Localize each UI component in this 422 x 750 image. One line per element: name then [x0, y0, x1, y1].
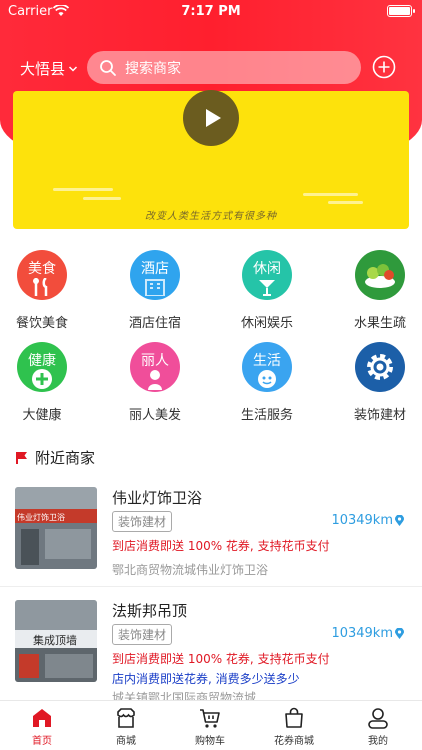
banner-streak [328, 201, 363, 204]
bag-icon [285, 707, 303, 728]
category-label: 大健康 [22, 408, 62, 423]
category-fruit[interactable]: 水果生疏 [330, 250, 422, 331]
merchant-promo-secondary: 店内消费即送花券, 消费多少送多少 [112, 672, 300, 686]
nearby-title: 附近商家 [35, 449, 96, 467]
category-badge: 丽人 [141, 353, 169, 369]
play-button[interactable] [183, 90, 239, 146]
tab-label: 商城 [116, 736, 136, 747]
category-label: 餐饮美食 [15, 316, 68, 331]
location-pin-icon [395, 628, 404, 639]
hotel-icon: 酒店 [130, 250, 180, 300]
merchant-sign-text: 伟业灯饰卫浴 [17, 513, 65, 522]
merchant-distance: 10349km [331, 626, 404, 641]
category-label: 生活服务 [240, 408, 293, 423]
leisure-icon: 休闲 [242, 250, 292, 300]
banner-streak [53, 188, 113, 191]
fruit-icon [355, 250, 405, 300]
merchant-promo: 到店消费即送 100% 花券, 支持花币支付 [112, 652, 330, 666]
life-service-icon: 生活 [242, 342, 292, 392]
tab-profile[interactable]: 我的 [338, 707, 418, 747]
health-icon: 健康 [17, 342, 67, 392]
category-label: 水果生疏 [353, 316, 406, 331]
divider [0, 586, 422, 587]
category-label: 丽人美发 [128, 408, 181, 423]
tab-home[interactable]: 首页 [2, 707, 82, 747]
tab-label: 我的 [368, 736, 388, 747]
shop-icon [117, 708, 135, 728]
gear-icon [355, 342, 405, 392]
location-selector[interactable]: 大悟县 [20, 58, 78, 79]
category-badge: 酒店 [141, 261, 169, 277]
tab-bar: 首页 商城 购物车 花券商城 我的 [0, 700, 422, 750]
location-pin-icon [395, 515, 404, 526]
tab-cart[interactable]: 购物车 [170, 707, 250, 747]
banner-caption: 改变人类生活方式有很多种 [145, 211, 277, 222]
category-badge: 健康 [28, 353, 56, 369]
merchant-card[interactable]: 集成顶墙 法斯邦吊顶 装饰建材 10349km 到店消费即送 100% 花券, … [0, 600, 422, 705]
merchant-promo: 到店消费即送 100% 花券, 支持花币支付 [112, 539, 330, 553]
search-input[interactable]: 搜索商家 [87, 51, 361, 84]
category-beauty[interactable]: 丽人 丽人美发 [105, 342, 205, 423]
category-badge: 休闲 [253, 261, 281, 277]
battery-icon [387, 5, 415, 17]
chevron-down-icon [68, 65, 78, 72]
home-icon [33, 709, 51, 727]
food-icon: 美食 [17, 250, 67, 300]
category-health[interactable]: 健康 大健康 [0, 342, 92, 423]
category-badge: 美食 [28, 261, 56, 277]
flag-icon [16, 451, 27, 464]
clock: 7:17 PM [181, 4, 241, 19]
category-decoration[interactable]: 装饰建材 [330, 342, 422, 423]
merchant-tag: 装饰建材 [112, 511, 173, 532]
status-bar: Carrier 7:17 PM [0, 0, 422, 22]
search-placeholder: 搜索商家 [125, 60, 181, 77]
category-label: 装饰建材 [353, 408, 406, 423]
merchant-sign-text: 集成顶墙 [33, 634, 77, 647]
banner-streak [83, 197, 121, 200]
category-hotel[interactable]: 酒店 酒店住宿 [105, 250, 205, 331]
play-icon [206, 109, 221, 127]
cart-icon [200, 709, 220, 728]
category-label: 休闲娱乐 [240, 316, 293, 331]
merchant-photo: 伟业灯饰卫浴 [15, 487, 97, 569]
category-life[interactable]: 生活 生活服务 [217, 342, 317, 423]
location-label: 大悟县 [20, 60, 66, 78]
distance-value: 10349km [331, 626, 393, 641]
merchant-name: 伟业灯饰卫浴 [112, 489, 203, 507]
category-badge: 生活 [253, 353, 281, 369]
category-food[interactable]: 美食 餐饮美食 [0, 250, 92, 331]
category-label: 酒店住宿 [128, 316, 181, 331]
tab-label: 花券商城 [274, 736, 314, 747]
add-icon[interactable] [372, 55, 396, 79]
merchant-address: 鄂北商贸物流城伟业灯饰卫浴 [112, 563, 269, 577]
profile-icon [368, 708, 388, 729]
distance-value: 10349km [331, 513, 393, 528]
merchant-tag: 装饰建材 [112, 624, 173, 645]
category-leisure[interactable]: 休闲 休闲娱乐 [217, 250, 317, 331]
nearby-section-title: 附近商家 [15, 447, 95, 468]
beauty-icon: 丽人 [130, 342, 180, 392]
banner-streak [303, 193, 358, 196]
merchant-photo: 集成顶墙 [15, 600, 97, 682]
tab-shop[interactable]: 商城 [86, 707, 166, 747]
merchant-name: 法斯邦吊顶 [112, 602, 188, 620]
tab-coupon-mall[interactable]: 花券商城 [254, 707, 334, 747]
tab-label: 购物车 [195, 736, 225, 747]
merchant-distance: 10349km [331, 513, 404, 528]
merchant-card[interactable]: 伟业灯饰卫浴 伟业灯饰卫浴 装饰建材 10349km 到店消费即送 100% 花… [0, 487, 422, 587]
search-icon [100, 59, 116, 76]
tab-label: 首页 [32, 736, 52, 747]
